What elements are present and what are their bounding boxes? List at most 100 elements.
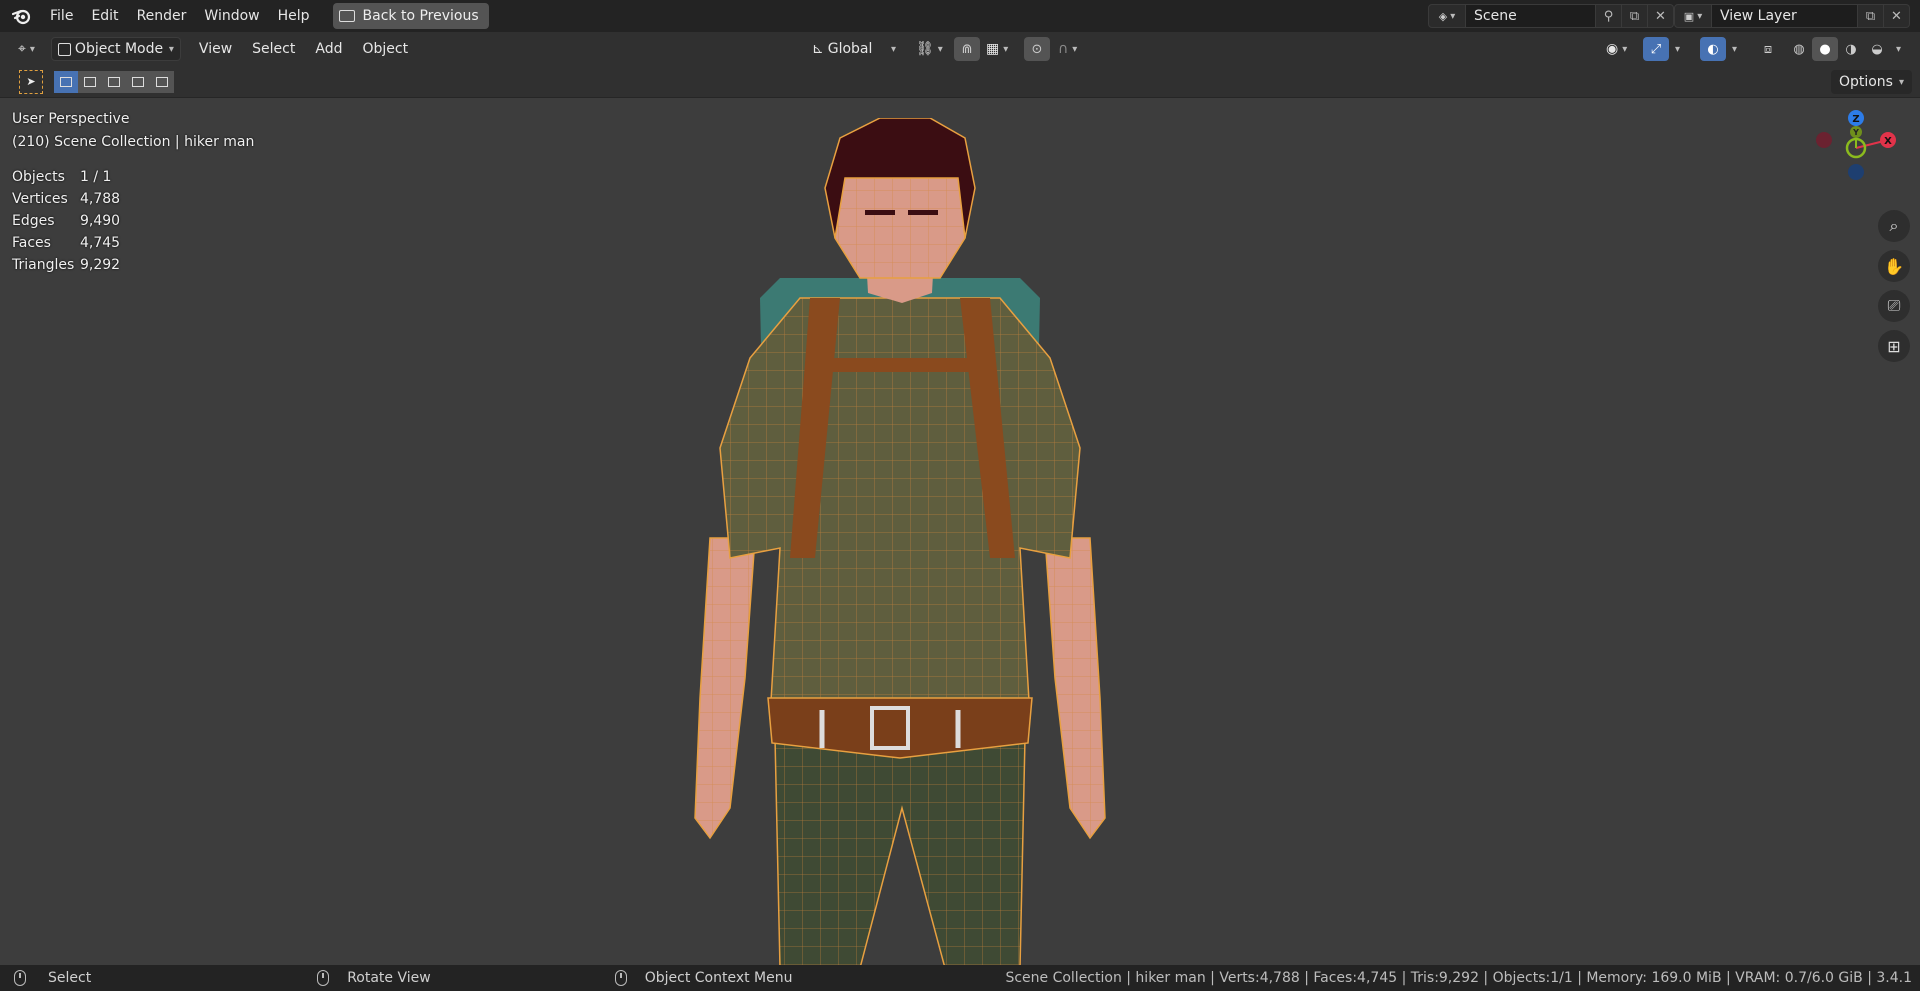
orientation-icon: ⊾: [812, 41, 824, 57]
select-intersect-icon: [156, 76, 168, 87]
overlays-icon: ◐: [1707, 41, 1719, 57]
back-to-previous-button[interactable]: Back to Previous: [332, 3, 489, 29]
chevron-down-icon: ▾: [1622, 43, 1628, 55]
select-subtract-button[interactable]: [102, 70, 126, 93]
pin-scene-button[interactable]: ⚲: [1596, 4, 1622, 28]
shading-dropdown[interactable]: ▾: [1890, 37, 1907, 61]
chest-strap-mesh: [820, 358, 985, 372]
select-intersect-button[interactable]: [150, 70, 174, 93]
view-layer-selector: ▣ ▾ View Layer ⧉ ✕: [1674, 4, 1910, 28]
orientation-label: Global: [827, 41, 873, 57]
select-extend-button[interactable]: [78, 70, 102, 93]
xray-toggle[interactable]: ⧈: [1755, 37, 1781, 61]
chevron-down-icon: ▾: [1697, 10, 1703, 22]
hand-icon: ✋: [1884, 256, 1904, 276]
visibility-dropdown[interactable]: ◉ ▾: [1600, 37, 1633, 61]
chevron-down-icon: ▾: [1898, 76, 1904, 88]
status-rotate-hint: Rotate View: [317, 970, 431, 986]
middle-mouse-icon: [317, 970, 330, 986]
navigation-gizmo[interactable]: Z X Y: [1806, 106, 1906, 216]
select-subtract-icon: [108, 76, 120, 87]
x-axis-label: X: [1884, 136, 1892, 147]
new-view-layer-button[interactable]: ⧉: [1858, 4, 1884, 28]
wireframe-shading-button[interactable]: ◍: [1786, 37, 1812, 61]
options-dropdown[interactable]: Options ▾: [1830, 70, 1912, 94]
view-layer-browse-button[interactable]: ▣ ▾: [1674, 4, 1712, 28]
rendered-sphere-icon: ◒: [1871, 41, 1883, 57]
stat-row: Triangles 9,292: [12, 254, 120, 276]
perspective-toggle-button[interactable]: ⊞: [1878, 330, 1910, 362]
menu-edit[interactable]: Edit: [82, 4, 127, 28]
stat-label: Triangles: [12, 257, 75, 273]
transform-orientation-dropdown[interactable]: ⊾ Global ▾: [806, 37, 902, 61]
viewport-editor-icon: ⌖: [18, 41, 26, 57]
perspective-label: User Perspective: [12, 111, 130, 127]
mode-label: Object Mode: [74, 41, 164, 57]
falloff-dropdown[interactable]: ∩ ▾: [1052, 37, 1083, 61]
menu-help[interactable]: Help: [269, 4, 319, 28]
delete-view-layer-button[interactable]: ✕: [1884, 4, 1910, 28]
wireframe-sphere-icon: ◍: [1793, 41, 1805, 57]
hiker-man-model[interactable]: [640, 118, 1160, 965]
chevron-down-icon: ▾: [168, 43, 174, 55]
tool-header: ➤ Options ▾: [0, 66, 1920, 98]
neg-z-axis-handle[interactable]: [1848, 164, 1864, 180]
select-invert-icon: [132, 76, 144, 87]
stat-label: Edges: [12, 213, 55, 229]
overlays-dropdown[interactable]: ▾: [1726, 37, 1743, 61]
menu-add[interactable]: Add: [305, 41, 352, 57]
cursor-icon: ➤: [26, 75, 36, 88]
view-layer-icon: ▣: [1683, 9, 1695, 23]
material-sphere-icon: ◑: [1845, 41, 1857, 57]
pan-button[interactable]: ✋: [1878, 250, 1910, 282]
menu-select[interactable]: Select: [242, 41, 305, 57]
menu-view[interactable]: View: [189, 41, 242, 57]
proportional-edit-toggle[interactable]: ⊙: [1024, 37, 1050, 61]
context-hint-label: Object Context Menu: [644, 970, 793, 986]
chevron-down-icon: ▾: [1675, 43, 1681, 55]
gizmo-icon: ⤢: [1650, 41, 1662, 57]
select-hint-label: Select: [48, 970, 92, 986]
menu-object[interactable]: Object: [352, 41, 418, 57]
left-mouse-icon: [14, 970, 26, 986]
top-menu-bar: File Edit Render Window Help Back to Pre…: [0, 0, 1920, 32]
gizmo-dropdown[interactable]: ▾: [1669, 37, 1686, 61]
pivot-point-dropdown[interactable]: ⛓ ▾: [910, 37, 949, 61]
stat-value: 9,490: [80, 213, 121, 229]
camera-view-button[interactable]: ⎚: [1878, 290, 1910, 322]
status-select-hint: Select: [14, 970, 91, 986]
navigation-buttons: ⌕ ✋ ⎚ ⊞: [1878, 210, 1910, 362]
editor-type-dropdown[interactable]: ⌖ ▾: [12, 37, 41, 61]
snap-toggle[interactable]: ⋒: [954, 37, 980, 61]
solid-shading-button[interactable]: ●: [1812, 37, 1838, 61]
overlays-toggle[interactable]: ◐: [1700, 37, 1726, 61]
rendered-shading-button[interactable]: ◒: [1864, 37, 1890, 61]
collection-label: (210) Scene Collection | hiker man: [12, 134, 255, 150]
snap-target-dropdown[interactable]: ▦ ▾: [980, 37, 1014, 61]
select-tool-button[interactable]: ➤: [19, 69, 43, 94]
mode-dropdown[interactable]: Object Mode ▾: [50, 37, 181, 61]
menu-file[interactable]: File: [41, 4, 82, 28]
camera-icon: ⎚: [1887, 296, 1901, 315]
scene-name-field[interactable]: Scene: [1466, 4, 1596, 28]
new-scene-button[interactable]: ⧉: [1622, 4, 1648, 28]
stat-value: 4,745: [80, 235, 121, 251]
zoom-button[interactable]: ⌕: [1878, 210, 1910, 242]
delete-scene-button[interactable]: ✕: [1648, 4, 1674, 28]
menu-window[interactable]: Window: [195, 4, 268, 28]
stat-label: Vertices: [12, 191, 68, 207]
object-mode-icon: [57, 42, 71, 56]
duplicate-icon: ⧉: [1629, 8, 1640, 24]
back-screen-icon: [338, 10, 355, 22]
gizmo-toggle[interactable]: ⤢: [1643, 37, 1669, 61]
scene-browse-button[interactable]: ◈ ▾: [1428, 4, 1466, 28]
select-new-button[interactable]: [54, 70, 78, 93]
material-shading-button[interactable]: ◑: [1838, 37, 1864, 61]
select-extend-icon: [84, 76, 96, 87]
blender-logo-icon[interactable]: [11, 5, 33, 27]
3d-viewport[interactable]: User Perspective (210) Scene Collection …: [0, 98, 1920, 965]
view-layer-name-field[interactable]: View Layer: [1712, 4, 1858, 28]
menu-render[interactable]: Render: [128, 4, 196, 28]
select-invert-button[interactable]: [126, 70, 150, 93]
neg-x-axis-handle[interactable]: [1816, 132, 1832, 148]
